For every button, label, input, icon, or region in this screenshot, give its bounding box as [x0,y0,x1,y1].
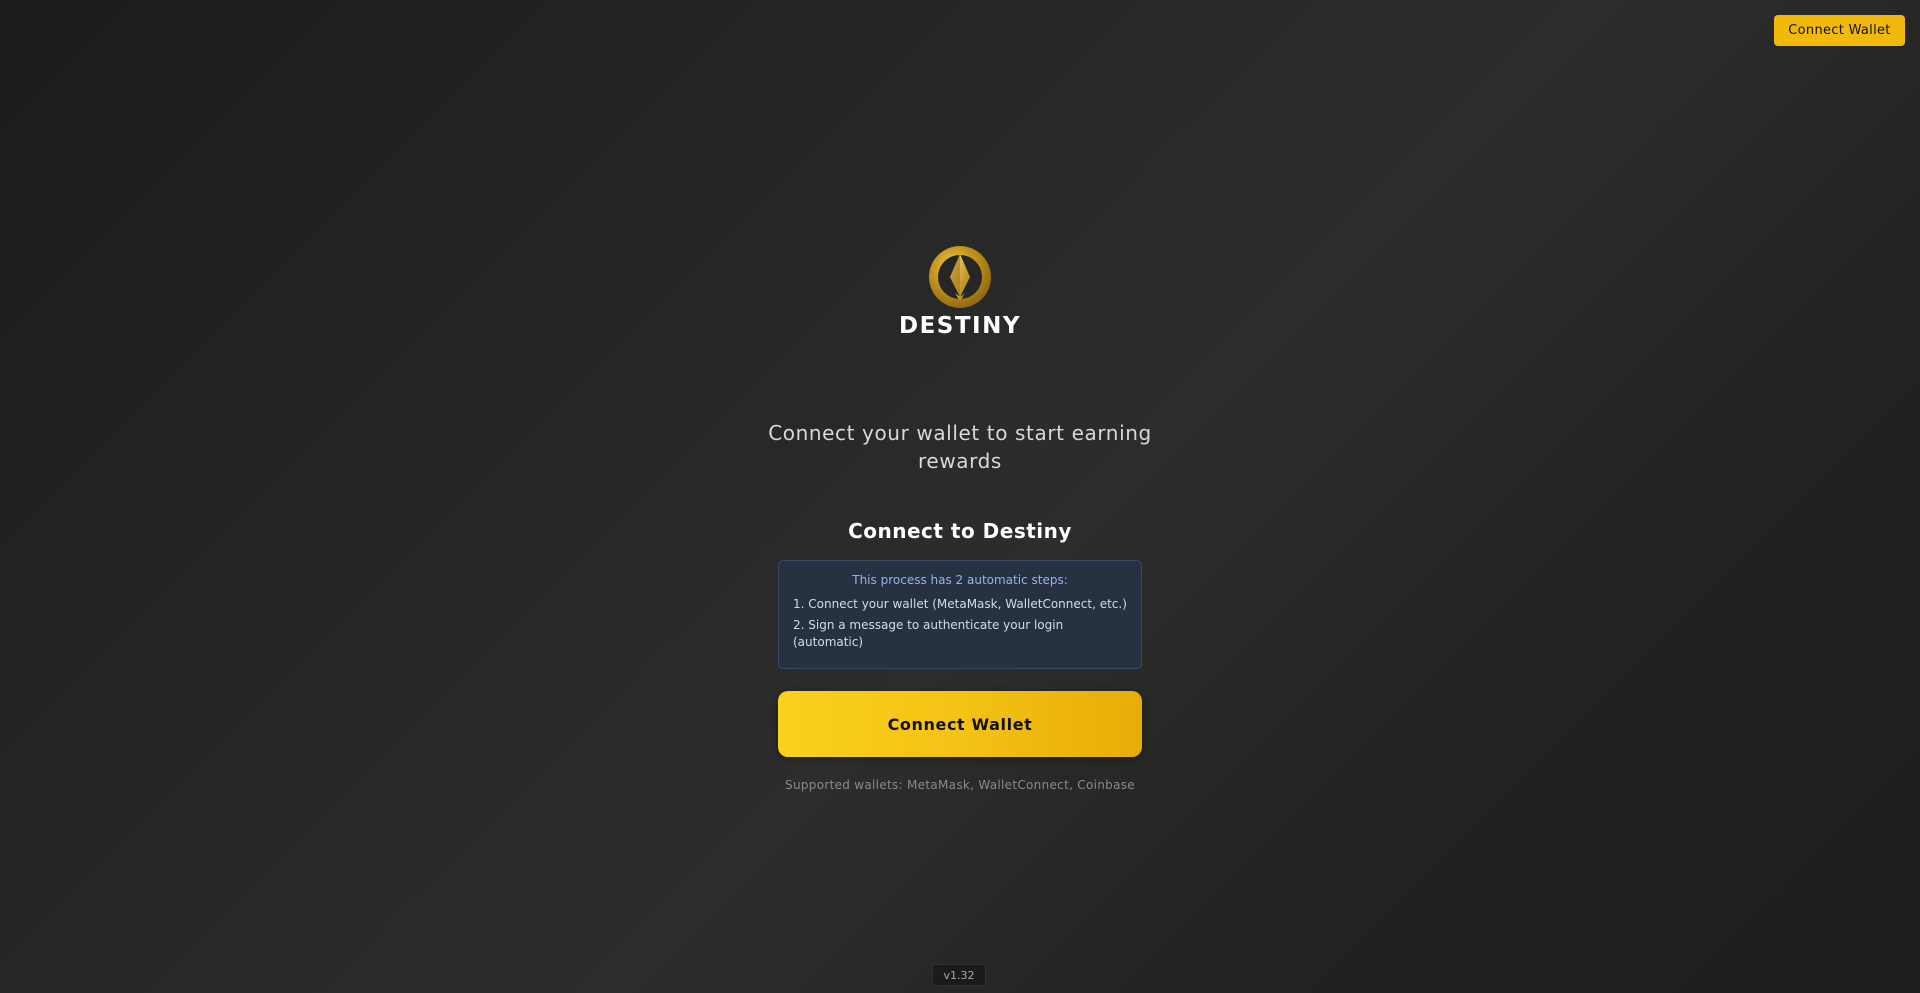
connect-wallet-button[interactable]: Connect Wallet [778,691,1142,757]
destiny-emblem-icon [929,246,991,308]
steps-info-heading: This process has 2 automatic steps: [852,573,1068,587]
supported-wallets-text: Supported wallets: MetaMask, WalletConne… [785,778,1135,792]
steps-info-box: This process has 2 automatic steps: 1. C… [778,560,1142,669]
step-item: 2. Sign a message to authenticate your l… [793,618,1064,649]
brand-name: DESTINY [898,313,1022,339]
step-item: 1. Connect your wallet (MetaMask, Wallet… [793,597,1127,611]
version-badge: v1.32 [932,964,986,986]
hero-tagline: Connect your wallet to start earning rew… [768,421,1152,473]
brand-logo: DESTINY [0,245,1920,339]
header-connect-wallet-button[interactable]: Connect Wallet [1774,15,1905,46]
connect-panel-title: Connect to Destiny [848,519,1072,543]
